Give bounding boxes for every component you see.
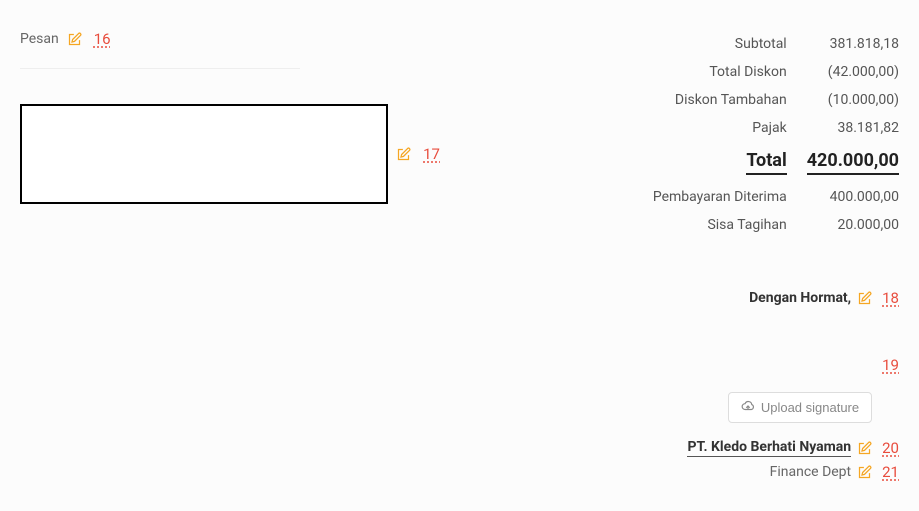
summary-table: Subtotal 381.818,18 Total Diskon (42.000… [599, 30, 899, 239]
extra-discount-row: Diskon Tambahan (10.000,00) [599, 86, 899, 114]
extra-discount-label: Diskon Tambahan [599, 86, 787, 114]
due-value: 20.000,00 [787, 211, 899, 239]
annotation-18: 18 [882, 289, 899, 307]
total-label: Total [746, 150, 786, 175]
upload-signature-button[interactable]: Upload signature [728, 392, 872, 423]
edit-closing-icon[interactable] [857, 291, 872, 306]
upload-signature-label: Upload signature [761, 400, 859, 415]
paid-label: Pembayaran Diterima [599, 183, 787, 211]
annotation-19: 19 [882, 356, 899, 374]
total-value: 420.000,00 [807, 150, 899, 175]
discount-label: Total Diskon [599, 58, 787, 86]
paid-row: Pembayaran Diterima 400.000,00 [599, 183, 899, 211]
tax-value: 38.181,82 [787, 114, 899, 142]
discount-value: (42.000,00) [787, 58, 899, 86]
discount-row: Total Diskon (42.000,00) [599, 58, 899, 86]
edit-dept-icon[interactable] [857, 465, 872, 480]
dept-name: Finance Dept [770, 464, 852, 480]
message-label: Pesan [20, 31, 59, 47]
subtotal-label: Subtotal [599, 30, 787, 58]
paid-value: 400.000,00 [787, 183, 899, 211]
total-row: Total 420.000,00 [599, 142, 899, 183]
tax-label: Pajak [599, 114, 787, 142]
due-label: Sisa Tagihan [599, 211, 787, 239]
due-row: Sisa Tagihan 20.000,00 [599, 211, 899, 239]
company-row: PT. Kledo Berhati Nyaman 20 [599, 439, 899, 457]
upload-icon [741, 399, 755, 416]
extra-discount-value: (10.000,00) [787, 86, 899, 114]
edit-company-icon[interactable] [857, 441, 872, 456]
annotation-17: 17 [423, 145, 440, 163]
annotation-16: 16 [94, 30, 111, 48]
tax-row: Pajak 38.181,82 [599, 114, 899, 142]
image-placeholder[interactable] [20, 104, 388, 204]
dept-row: Finance Dept 21 [599, 463, 899, 481]
subtotal-value: 381.818,18 [787, 30, 899, 58]
edit-image-icon[interactable] [396, 147, 411, 162]
closing-row: Dengan Hormat, 18 [599, 289, 899, 307]
edit-message-icon[interactable] [67, 32, 82, 47]
annotation-20: 20 [882, 439, 899, 457]
image-upload-row: 17 [20, 104, 440, 204]
company-name: PT. Kledo Berhati Nyaman [687, 439, 851, 457]
annotation-21: 21 [882, 463, 899, 481]
closing-text: Dengan Hormat, [749, 290, 851, 306]
subtotal-row: Subtotal 381.818,18 [599, 30, 899, 58]
message-section: Pesan 16 [20, 30, 300, 69]
